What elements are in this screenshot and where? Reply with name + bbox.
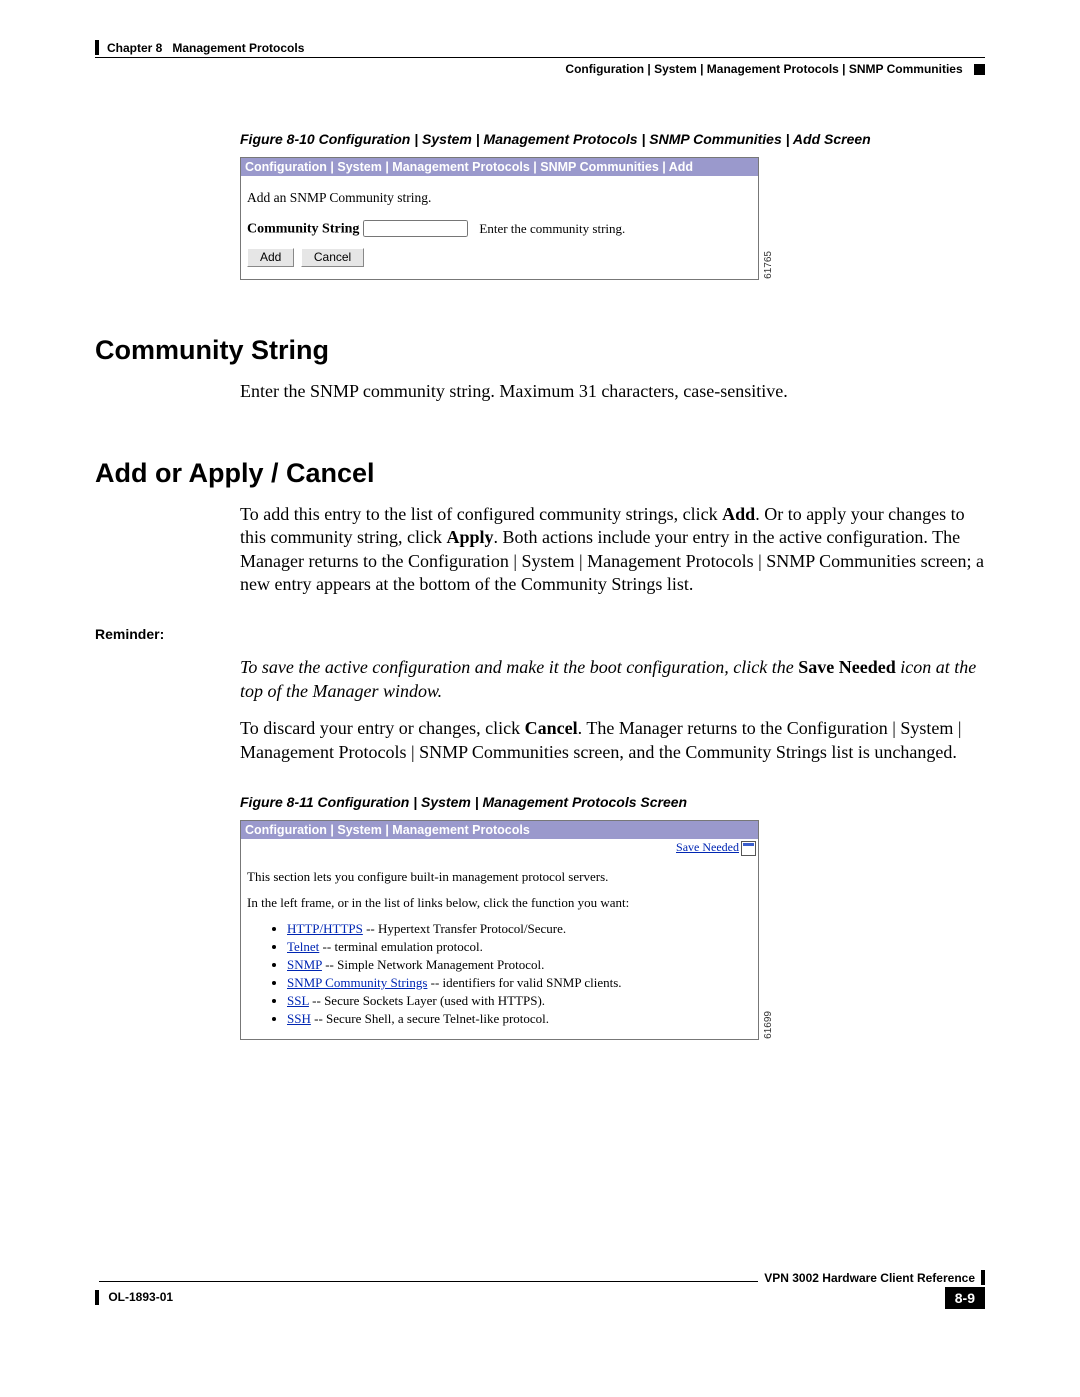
header-square-icon xyxy=(974,64,985,75)
figure-8-11-screenshot: Configuration | System | Management Prot… xyxy=(240,820,759,1040)
list-item: Telnet -- terminal emulation protocol. xyxy=(287,939,752,955)
p1b: Add xyxy=(722,504,755,524)
fig11-titlebar: Configuration | System | Management Prot… xyxy=(241,821,758,839)
chapter-label: Chapter 8 xyxy=(107,41,162,55)
r1b: Save Needed xyxy=(798,657,896,677)
p1d: Apply xyxy=(446,527,493,547)
community-string-input[interactable] xyxy=(363,220,468,237)
r1a: To save the active configuration and mak… xyxy=(240,657,798,677)
fig10-titlebar: Configuration | System | Management Prot… xyxy=(241,158,758,176)
protocol-list: HTTP/HTTPS -- Hypertext Transfer Protoco… xyxy=(269,921,752,1027)
figure-8-10-caption: Figure 8-10 Configuration | System | Man… xyxy=(240,131,985,147)
list-item: SSL -- Secure Sockets Layer (used with H… xyxy=(287,993,752,1009)
section-add-apply-cancel-heading: Add or Apply / Cancel xyxy=(95,458,985,489)
section-community-string-heading: Community String xyxy=(95,335,985,366)
add-button[interactable]: Add xyxy=(247,248,294,267)
link-snmp-community-strings[interactable]: SNMP Community Strings xyxy=(287,975,427,990)
desc: -- terminal emulation protocol. xyxy=(319,939,483,954)
community-string-hint: Enter the community string. xyxy=(479,221,625,236)
list-item: SSH -- Secure Shell, a secure Telnet-lik… xyxy=(287,1011,752,1027)
desc: -- Hypertext Transfer Protocol/Secure. xyxy=(363,921,566,936)
section-community-string-body: Enter the SNMP community string. Maximum… xyxy=(240,380,985,403)
link-snmp[interactable]: SNMP xyxy=(287,957,322,972)
footer-doc-title: VPN 3002 Hardware Client Reference xyxy=(764,1271,975,1285)
page-header: Chapter 8 Management Protocols Configura… xyxy=(95,40,985,76)
section-add-apply-cancel-body: To add this entry to the list of configu… xyxy=(240,503,985,597)
desc: -- Simple Network Management Protocol. xyxy=(322,957,544,972)
fig10-intro: Add an SNMP Community string. xyxy=(247,190,752,206)
link-telnet[interactable]: Telnet xyxy=(287,939,319,954)
fig10-code: 61765 xyxy=(763,251,774,279)
reminder-p2: To discard your entry or changes, click … xyxy=(240,717,985,764)
link-ssh[interactable]: SSH xyxy=(287,1011,311,1026)
figure-8-11-caption: Figure 8-11 Configuration | System | Man… xyxy=(240,794,985,810)
link-http-https[interactable]: HTTP/HTTPS xyxy=(287,921,363,936)
r2a: To discard your entry or changes, click xyxy=(240,718,525,738)
desc: -- Secure Sockets Layer (used with HTTPS… xyxy=(309,993,545,1008)
community-string-label: Community String xyxy=(247,222,359,237)
link-ssl[interactable]: SSL xyxy=(287,993,309,1008)
save-needed-link[interactable]: Save Needed xyxy=(676,840,739,854)
list-item: HTTP/HTTPS -- Hypertext Transfer Protoco… xyxy=(287,921,752,937)
fig11-intro: This section lets you configure built-in… xyxy=(247,869,752,885)
reminder-p1: To save the active configuration and mak… xyxy=(240,656,985,703)
desc: -- identifiers for valid SNMP clients. xyxy=(427,975,621,990)
figure-8-10-screenshot: Configuration | System | Management Prot… xyxy=(240,157,759,280)
list-item: SNMP -- Simple Network Management Protoc… xyxy=(287,957,752,973)
footer-doc-id: OL-1893-01 xyxy=(108,1290,173,1304)
desc: -- Secure Shell, a secure Telnet-like pr… xyxy=(311,1011,549,1026)
save-icon[interactable] xyxy=(741,841,756,856)
p1a: To add this entry to the list of configu… xyxy=(240,504,722,524)
r2b: Cancel xyxy=(525,718,578,738)
cancel-button[interactable]: Cancel xyxy=(301,248,364,267)
chapter-title: Management Protocols xyxy=(172,41,304,55)
reminder-label: Reminder: xyxy=(95,626,985,642)
fig11-code: 61699 xyxy=(763,1011,774,1039)
page-footer: VPN 3002 Hardware Client Reference OL-18… xyxy=(95,1270,985,1309)
breadcrumb: Configuration | System | Management Prot… xyxy=(565,62,962,76)
list-item: SNMP Community Strings -- identifiers fo… xyxy=(287,975,752,991)
fig11-instr: In the left frame, or in the list of lin… xyxy=(247,895,752,911)
page-number: 8-9 xyxy=(945,1287,985,1309)
